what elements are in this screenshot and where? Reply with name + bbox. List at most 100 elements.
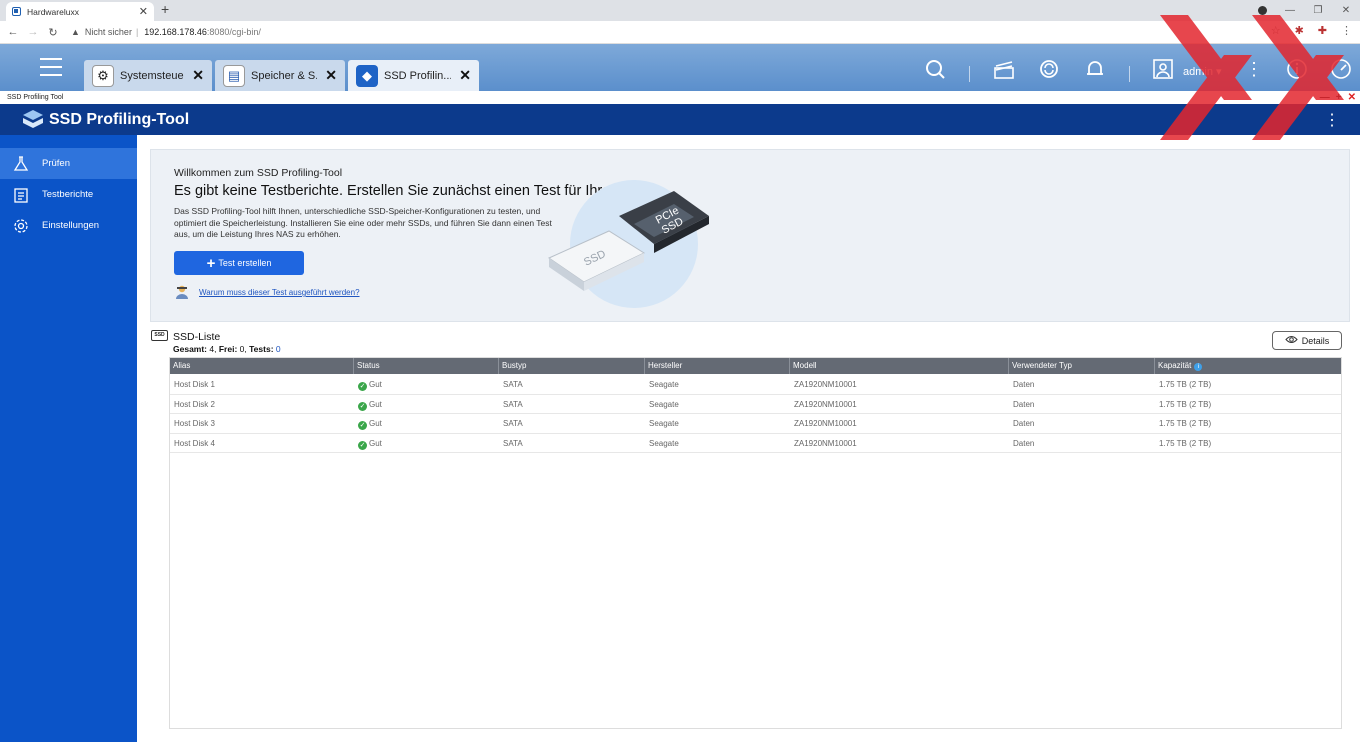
not-secure-label: Nicht sicher xyxy=(84,27,132,37)
cell-bus: SATA xyxy=(499,414,523,433)
cell-type: Daten xyxy=(1009,395,1034,414)
browser-tabbar: Hardwareluxx ✕ + — ❐ ✕ xyxy=(0,0,1360,21)
gear-icon: ⚙ xyxy=(92,64,114,87)
sync-icon[interactable] xyxy=(1038,58,1060,80)
close-icon[interactable]: ✕ xyxy=(192,67,204,84)
cell-model: ZA1920NM10001 xyxy=(790,414,857,433)
cell-text: Daten xyxy=(1013,438,1035,448)
cell-status: ✓ Gut xyxy=(354,375,382,394)
stack-icon[interactable] xyxy=(993,58,1015,80)
column-header-verwendeter-typ[interactable]: Verwendeter Typ xyxy=(1009,358,1155,374)
summary-tests-value: 0 xyxy=(275,344,281,354)
sidebar-item-label: Testberichte xyxy=(42,189,94,200)
info-icon[interactable] xyxy=(1286,58,1308,80)
table-row[interactable]: Host Disk 1 ✓ Gut SATA Seagate ZA1920NM10001 D… xyxy=(170,375,1341,395)
ssd-table: Alias Status Bustyp Hersteller Modell Ve… xyxy=(169,357,1342,729)
app-logo-icon xyxy=(23,110,43,128)
warning-icon: ▲ xyxy=(71,27,80,37)
sidebar-item-testberichte[interactable]: Testberichte xyxy=(0,179,137,210)
browser-tab[interactable]: Hardwareluxx ✕ xyxy=(6,2,154,21)
more-icon[interactable]: ⋮ xyxy=(1243,58,1265,80)
new-tab-icon[interactable]: + xyxy=(161,1,169,17)
record-icon[interactable] xyxy=(1248,5,1276,17)
minimize-icon[interactable]: — xyxy=(1276,5,1304,16)
browser-menu-icon[interactable]: ⋮ xyxy=(1341,24,1352,37)
sidebar-item-pruefen[interactable]: Prüfen xyxy=(0,148,137,179)
cell-alias: Host Disk 3 xyxy=(170,414,215,433)
column-header-modell[interactable]: Modell xyxy=(790,358,1009,374)
summary-free-value: 0 xyxy=(239,344,245,354)
column-header-hersteller[interactable]: Hersteller xyxy=(645,358,790,374)
url-path: :8080/cgi-bin/ xyxy=(206,27,261,37)
reload-icon[interactable]: ↻ xyxy=(43,26,63,39)
maximize-icon[interactable]: ❐ xyxy=(1304,5,1332,16)
flask-icon xyxy=(0,155,42,172)
column-header-kapazitaet[interactable]: Kapazität i xyxy=(1155,358,1341,374)
user-menu[interactable]: admin ▾ xyxy=(1183,65,1222,78)
cell-vendor: Seagate xyxy=(645,414,679,433)
cell-capacity: 1.75 TB (2 TB) xyxy=(1155,434,1211,453)
dashboard-icon[interactable] xyxy=(1330,58,1352,80)
bookmark-star-icon[interactable]: ☆ xyxy=(1271,24,1281,37)
why-test-link[interactable]: Warum muss dieser Test ausgeführt werden… xyxy=(199,288,360,297)
ssd-list-title: SSD-Liste xyxy=(173,331,221,343)
window-controls: — ❐ ✕ xyxy=(1248,0,1360,21)
profile-icon[interactable]: ✚ xyxy=(1318,24,1327,37)
extension-icon[interactable]: ✱ xyxy=(1295,24,1304,37)
main-menu-icon[interactable] xyxy=(40,58,62,82)
summary-total-value: 4 xyxy=(209,344,215,354)
close-icon[interactable]: ✕ xyxy=(459,67,471,84)
app-maximize-icon[interactable]: + xyxy=(1336,91,1342,104)
tab-speicher[interactable]: ▤ Speicher & S... ✕ xyxy=(215,60,345,91)
cell-text: Seagate xyxy=(649,380,679,389)
table-row[interactable]: Host Disk 3 ✓ Gut SATA Seagate ZA1920NM10001 D… xyxy=(170,414,1341,434)
url-field[interactable]: ▲ Nicht sicher | 192.168.178.46:8080/cgi… xyxy=(71,27,261,37)
close-tab-icon[interactable]: ✕ xyxy=(139,5,148,18)
app-window-controls: — + ✕ xyxy=(1320,91,1356,104)
close-icon[interactable]: ✕ xyxy=(325,67,337,84)
url-separator: | xyxy=(135,27,139,37)
site-favicon-icon xyxy=(12,7,21,16)
column-header-status[interactable]: Status xyxy=(354,358,499,374)
cell-text: 1.75 TB (2 TB) xyxy=(1159,380,1212,389)
forward-icon[interactable]: → xyxy=(23,26,43,38)
sidebar-item-einstellungen[interactable]: Einstellungen xyxy=(0,210,137,241)
column-header-alias[interactable]: Alias xyxy=(170,358,354,374)
check-icon: ✓ xyxy=(358,440,367,450)
cell-text: Gut xyxy=(369,399,382,409)
cell-text: SATA xyxy=(503,399,523,409)
app-minimize-icon[interactable]: — xyxy=(1320,91,1330,104)
search-icon[interactable] xyxy=(924,58,946,80)
back-icon[interactable]: ← xyxy=(3,26,23,38)
tab-systemsteuerung[interactable]: ⚙ Systemsteue... ✕ xyxy=(84,60,212,91)
app-header: SSD Profiling-Tool ⋮ xyxy=(0,104,1360,135)
cell-text: 1.75 TB (2 TB) xyxy=(1159,419,1212,428)
header-separator xyxy=(969,66,970,82)
url-host: 192.168.178.46 xyxy=(144,27,207,37)
header-separator xyxy=(1129,66,1130,82)
create-test-button[interactable]: + Test erstellen xyxy=(174,251,304,275)
bell-icon[interactable] xyxy=(1084,58,1106,80)
column-header-bustyp[interactable]: Bustyp xyxy=(499,358,645,374)
window-close-icon[interactable]: ✕ xyxy=(1332,5,1360,16)
cell-alias: Host Disk 4 xyxy=(170,434,215,453)
cell-text: ZA1920NM10001 xyxy=(794,438,857,448)
app-close-icon[interactable]: ✕ xyxy=(1348,91,1356,104)
cell-model: ZA1920NM10001 xyxy=(790,375,857,394)
details-button[interactable]: Details xyxy=(1272,331,1342,350)
cell-alias: Host Disk 2 xyxy=(170,395,215,414)
address-bar: ← → ↻ ▲ Nicht sicher | 192.168.178.46:80… xyxy=(0,21,1360,44)
user-icon[interactable] xyxy=(1152,58,1174,80)
info-icon[interactable]: i xyxy=(1194,363,1203,371)
cell-type: Daten xyxy=(1009,434,1034,453)
cell-bus: SATA xyxy=(499,395,523,414)
tab-ssd-profiling[interactable]: ◆ SSD Profilin... ✕ xyxy=(348,60,479,91)
cell-text: Host Disk 3 xyxy=(174,419,215,428)
cell-text: Daten xyxy=(1013,419,1035,428)
browser-tab-title: Hardwareluxx xyxy=(27,6,79,17)
cell-model: ZA1920NM10001 xyxy=(790,434,857,453)
table-row[interactable]: Host Disk 4 ✓ Gut SATA Seagate ZA1920NM10001 D… xyxy=(170,434,1341,453)
cell-text: SATA xyxy=(503,438,523,448)
app-more-icon[interactable]: ⋮ xyxy=(1324,110,1340,130)
table-row[interactable]: Host Disk 2 ✓ Gut SATA Seagate ZA1920NM10001 D… xyxy=(170,395,1341,414)
